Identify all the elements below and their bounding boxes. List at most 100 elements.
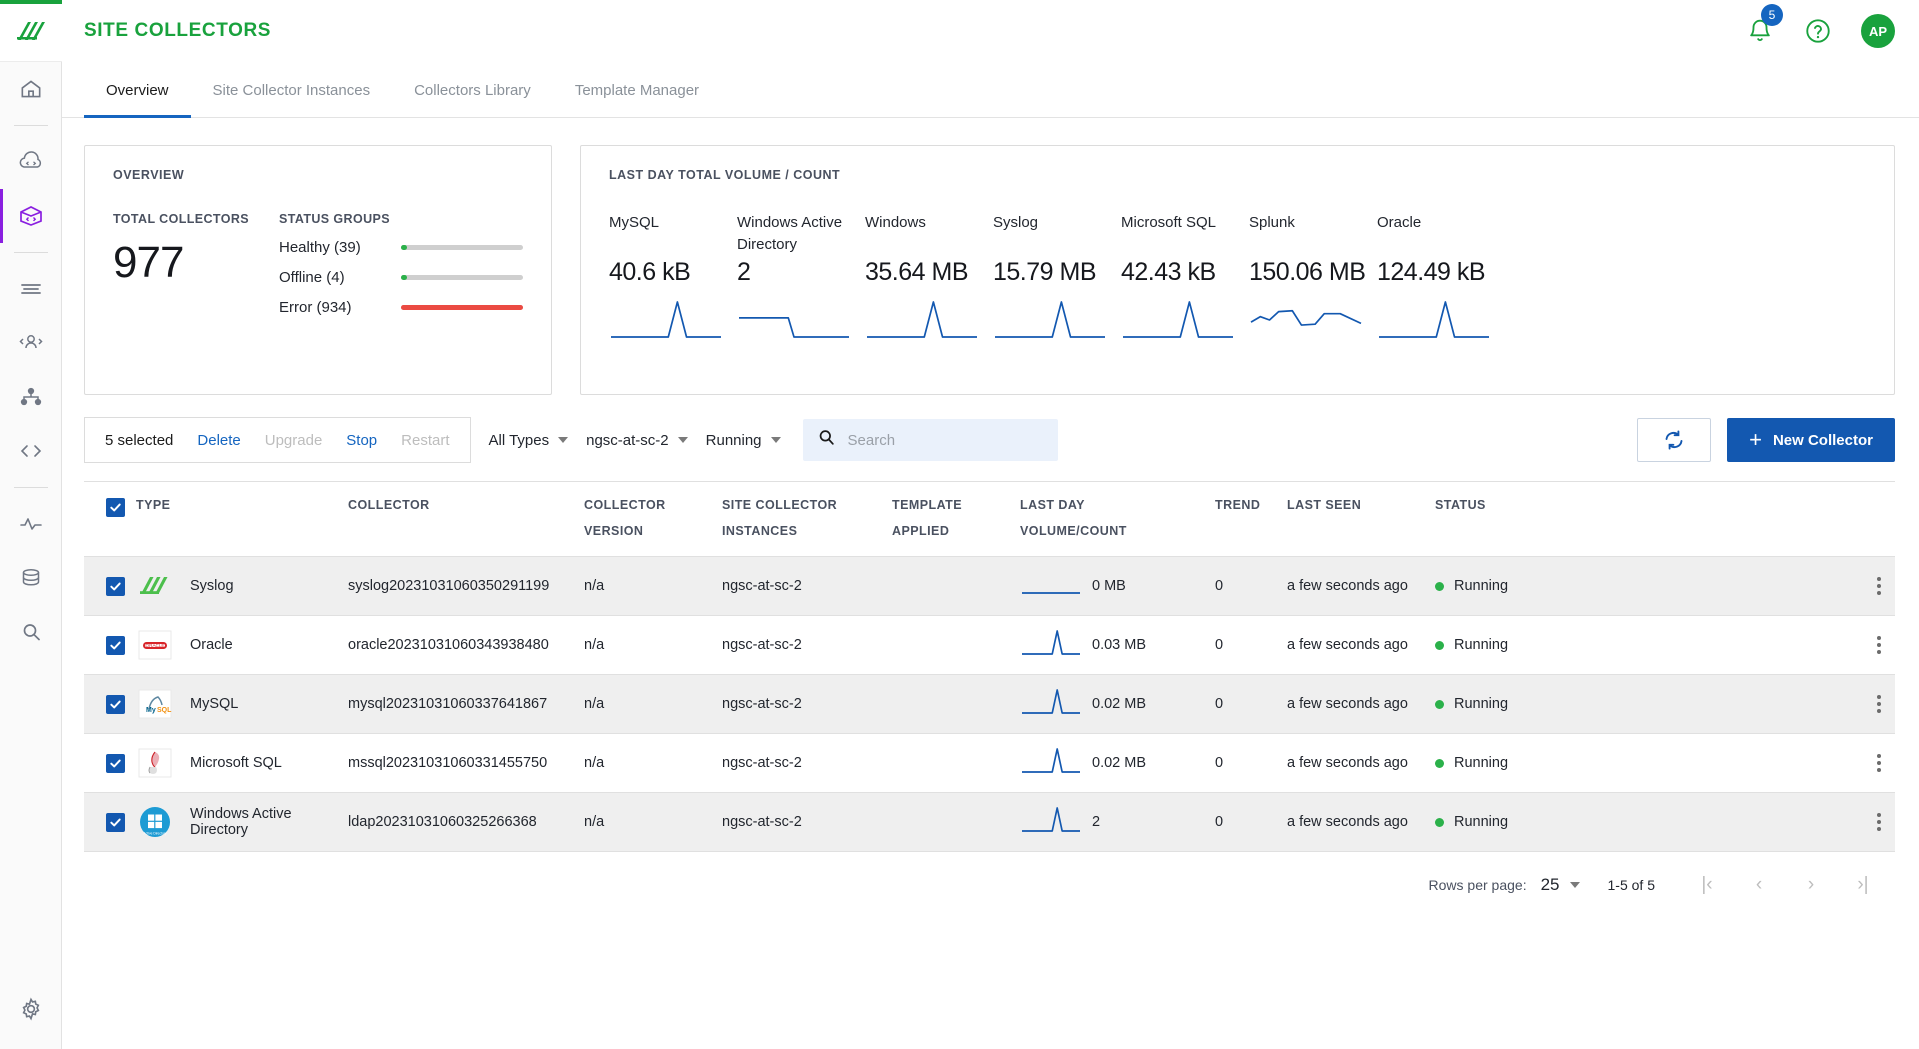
main-content: SITE COLLECTORS 5 AP Overview Site Colle… <box>62 0 1919 1049</box>
header-sublabel: INSTANCES <box>722 524 798 538</box>
new-collector-label: New Collector <box>1772 431 1873 449</box>
prev-page-icon[interactable]: ‹ <box>1733 874 1785 896</box>
table-row[interactable]: Microsoft SQL mssql20231031060331455750 n/… <box>84 733 1895 793</box>
sidebar-item-settings[interactable] <box>0 969 62 1049</box>
status-group-bar <box>401 305 523 310</box>
header-label: TEMPLATE <box>892 498 963 512</box>
search-box[interactable] <box>802 419 1058 461</box>
status-dot-icon <box>1435 817 1444 827</box>
sidebar-item-collectors[interactable] <box>0 189 62 243</box>
row-menu-button[interactable] <box>1877 636 1881 654</box>
cell-type: Active Directory Windows Active Directory <box>136 792 348 852</box>
sidebar-item-search[interactable] <box>0 605 62 659</box>
sidebar-item-cloud[interactable] <box>0 135 62 189</box>
header-last-day-volume[interactable]: LAST DAY VOLUME/COUNT <box>1020 481 1215 557</box>
sidebar-item-topology[interactable] <box>0 370 62 424</box>
filter-status[interactable]: Running <box>706 432 781 449</box>
top-bar: SITE COLLECTORS 5 AP <box>62 0 1919 62</box>
row-menu-button[interactable] <box>1877 813 1881 831</box>
header-collector[interactable]: COLLECTOR <box>348 481 584 557</box>
sidebar-item-database[interactable] <box>0 551 62 605</box>
cell-type: Microsoft SQL <box>136 733 348 793</box>
first-page-icon[interactable]: |‹ <box>1681 874 1733 896</box>
last-page-icon[interactable]: ›| <box>1837 874 1889 896</box>
new-collector-button[interactable]: + New Collector <box>1727 418 1895 462</box>
sidebar-item-users[interactable] <box>0 316 62 370</box>
row-select-cell <box>84 792 136 852</box>
table-row[interactable]: Syslog syslog20231031060350291199 n/a ngsc-… <box>84 556 1895 616</box>
header-site-collector-instances[interactable]: SITE COLLECTOR INSTANCES <box>722 481 892 557</box>
header-last-seen[interactable]: LAST SEEN <box>1287 481 1435 557</box>
status-dot-icon <box>1435 581 1444 591</box>
stop-button[interactable]: Stop <box>346 432 377 449</box>
tab-collectors-library[interactable]: Collectors Library <box>392 68 553 118</box>
table-row[interactable]: ORACLE Oracle oracle20231031060343938480 n/… <box>84 615 1895 675</box>
header-sublabel: VOLUME/COUNT <box>1020 524 1127 538</box>
sidebar-item-code[interactable] <box>0 424 62 478</box>
row-checkbox[interactable] <box>106 576 125 596</box>
sidebar-item-activity[interactable] <box>0 497 62 551</box>
help-circle-icon[interactable] <box>1803 16 1833 46</box>
sidebar-item-logs[interactable] <box>0 262 62 316</box>
notifications-button[interactable]: 5 <box>1745 4 1783 46</box>
table-row[interactable]: Active Directory Windows Active Directory… <box>84 792 1895 852</box>
logo-icon[interactable] <box>0 0 62 62</box>
rows-per-page-value[interactable]: 25 <box>1541 875 1560 895</box>
header-template-applied[interactable]: TEMPLATE APPLIED <box>892 481 1020 557</box>
row-menu-button[interactable] <box>1877 695 1881 713</box>
delete-button[interactable]: Delete <box>197 432 240 449</box>
avatar[interactable]: AP <box>1861 14 1895 48</box>
select-all-checkbox[interactable] <box>106 498 125 517</box>
header-status[interactable]: STATUS <box>1435 481 1895 557</box>
cell-site-collector-instances: ngsc-at-sc-2 <box>722 556 892 616</box>
cell-template-applied <box>892 674 1020 734</box>
type-label: Syslog <box>190 578 234 594</box>
row-sparkline <box>1020 569 1082 603</box>
search-input[interactable] <box>847 431 1044 449</box>
chevron-down-icon <box>677 437 688 443</box>
table-pagination: Rows per page: 25 1-5 of 5 |‹ ‹ › ›| <box>62 852 1919 896</box>
tab-site-collector-instances[interactable]: Site Collector Instances <box>191 68 393 118</box>
app-root: SITE COLLECTORS 5 AP Overview Site Colle… <box>0 0 1919 1049</box>
sidebar <box>0 0 62 1049</box>
overview-card: OVERVIEW TOTAL COLLECTORS 977 STATUS GRO… <box>84 145 552 395</box>
restart-button[interactable]: Restart <box>401 432 449 449</box>
svg-text:My: My <box>146 707 156 714</box>
toolbar-right-actions: + New Collector <box>1637 418 1895 462</box>
filter-type[interactable]: All Types <box>489 432 569 449</box>
header-type[interactable]: TYPE <box>136 481 348 557</box>
volume-metric-sparkline <box>609 299 737 343</box>
status-groups-label: STATUS GROUPS <box>279 212 390 226</box>
volume-metric-sparkline <box>1121 299 1249 343</box>
row-menu-button[interactable] <box>1877 577 1881 595</box>
row-checkbox[interactable] <box>106 635 125 655</box>
filter-instance[interactable]: ngsc-at-sc-2 <box>586 432 688 449</box>
overview-card-title: OVERVIEW <box>113 168 185 182</box>
volume-metric: Syslog 15.79 MB <box>993 212 1121 343</box>
header-trend[interactable]: TREND <box>1215 481 1287 557</box>
cell-trend: 0 <box>1215 733 1287 793</box>
next-page-icon[interactable]: › <box>1785 874 1837 896</box>
cell-collector-version: n/a <box>584 615 722 675</box>
row-checkbox[interactable] <box>106 753 125 773</box>
refresh-button[interactable] <box>1637 418 1712 462</box>
total-collectors-block: TOTAL COLLECTORS 977 <box>113 212 279 316</box>
volume-metric-sparkline <box>737 299 865 343</box>
upgrade-button[interactable]: Upgrade <box>265 432 323 449</box>
sidebar-divider <box>13 487 48 488</box>
header-collector-version[interactable]: COLLECTOR VERSION <box>584 481 722 557</box>
sidebar-item-home[interactable] <box>0 62 62 116</box>
row-checkbox[interactable] <box>106 694 125 714</box>
tab-template-manager[interactable]: Template Manager <box>553 68 721 118</box>
cell-type: Syslog <box>136 556 348 616</box>
tab-overview[interactable]: Overview <box>84 68 191 118</box>
volume-metric-sparkline <box>1249 299 1377 343</box>
page-title: SITE COLLECTORS <box>84 20 272 41</box>
row-checkbox[interactable] <box>106 812 125 832</box>
volume-metric-value: 124.49 kB <box>1377 258 1486 286</box>
cell-collector: ldap20231031060325266368 <box>348 792 584 852</box>
table-row[interactable]: My SQL MySQL mysql20231031060337641867 n/a n… <box>84 674 1895 734</box>
row-menu-button[interactable] <box>1877 754 1881 772</box>
chevron-down-icon[interactable] <box>1569 882 1580 888</box>
header-label: LAST DAY <box>1020 498 1085 512</box>
